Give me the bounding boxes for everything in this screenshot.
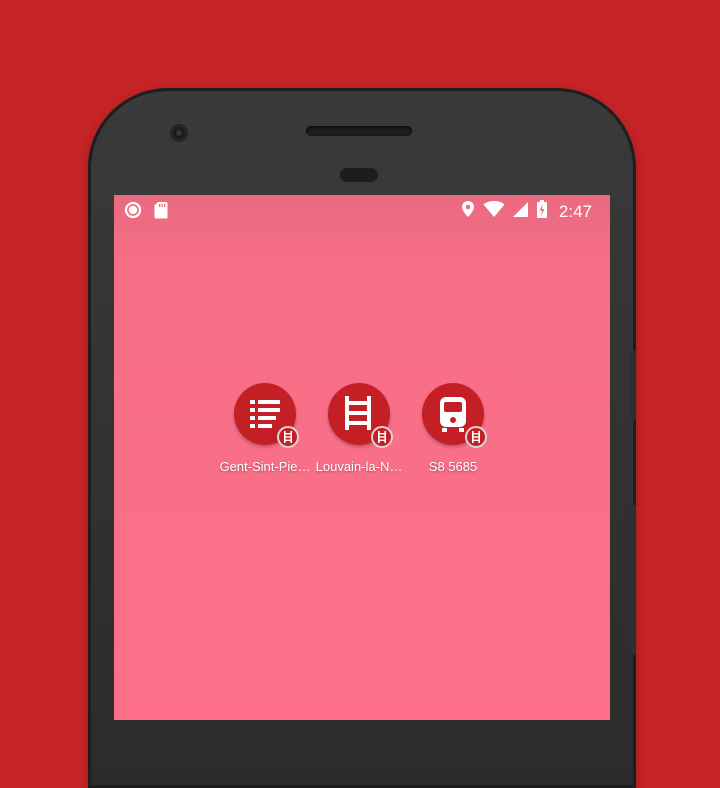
shortcut-s8-5685[interactable]: S8 5685 — [406, 383, 500, 474]
sd-card-icon — [154, 201, 168, 224]
wifi-icon — [483, 200, 505, 223]
screen: 2:47 Gent-Sint-Pie… Louvain-la-N… S8 568… — [114, 195, 610, 720]
train-badge-icon — [371, 426, 393, 448]
shortcut-icon-background — [234, 383, 299, 448]
shortcut-label: S8 5685 — [428, 459, 478, 474]
shortcut-icon-background — [422, 383, 487, 448]
status-bar-right: 2:47 — [461, 200, 592, 223]
status-bar: 2:47 — [114, 195, 610, 227]
cell-signal-icon — [512, 200, 529, 223]
earpiece-speaker — [306, 126, 412, 136]
front-camera — [170, 124, 188, 142]
status-bar-left — [124, 201, 168, 224]
circle-notification-icon — [124, 201, 142, 224]
shortcut-label: Gent-Sint-Pie… — [219, 459, 311, 474]
shortcut-label: Louvain-la-N… — [315, 459, 403, 474]
shortcut-louvain-la-neuve[interactable]: Louvain-la-N… — [312, 383, 406, 474]
battery-charging-icon — [536, 200, 547, 223]
train-badge-icon — [465, 426, 487, 448]
shortcut-gent-sint-pieters[interactable]: Gent-Sint-Pie… — [218, 383, 312, 474]
power-button — [630, 505, 636, 655]
proximity-sensor — [340, 168, 378, 182]
volume-button — [630, 350, 636, 420]
clock: 2:47 — [558, 201, 592, 221]
shortcut-icon-background — [328, 383, 393, 448]
train-badge-icon — [277, 426, 299, 448]
home-shortcuts: Gent-Sint-Pie… Louvain-la-N… S8 5685 — [218, 383, 500, 474]
location-icon — [461, 200, 475, 223]
